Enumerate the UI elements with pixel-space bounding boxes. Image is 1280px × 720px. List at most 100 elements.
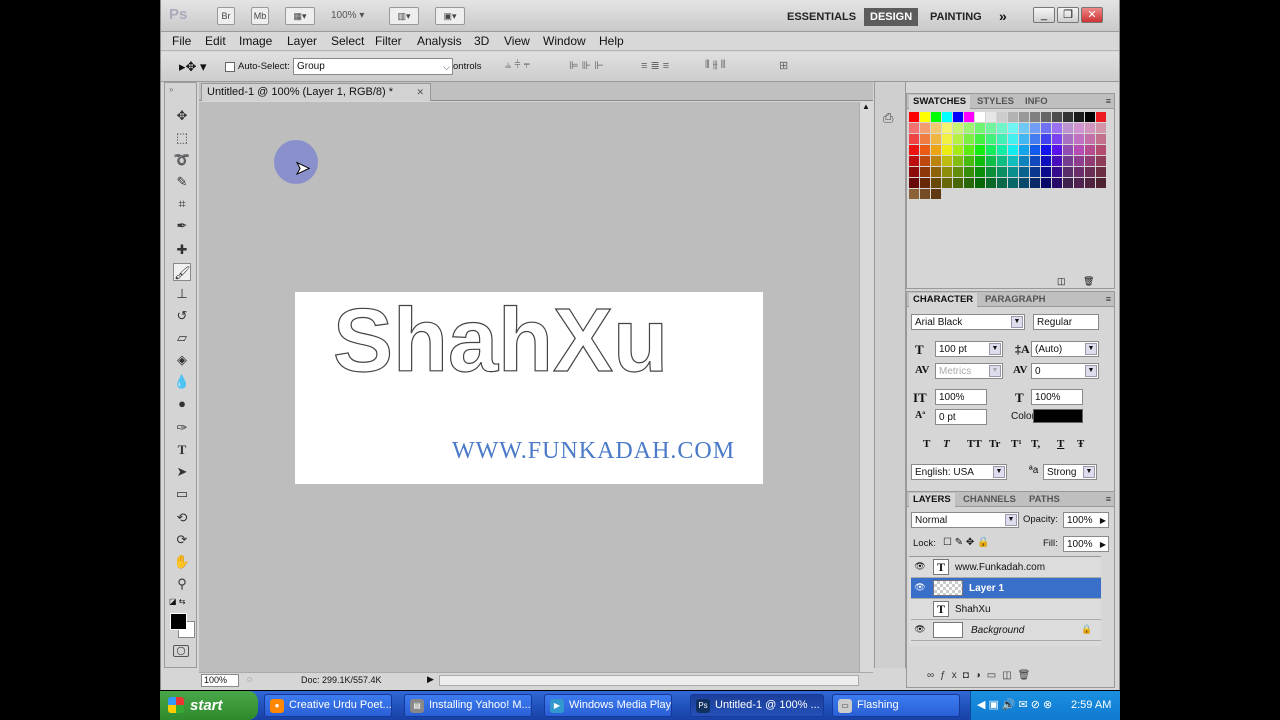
tray-icons[interactable]: ◀▣🔊✉⊘⊗ [977,698,1055,711]
document-tab[interactable]: Untitled-1 @ 100% (Layer 1, RGB/8) * ✕ [201,83,431,101]
color-swatch[interactable] [942,112,952,122]
status-menu-arrow-icon[interactable]: ▶ [427,674,434,685]
color-swatch[interactable] [942,167,952,177]
color-swatch[interactable] [1041,156,1051,166]
antialias-select[interactable]: Strong ▼ [1043,464,1097,480]
color-swatch[interactable] [953,112,963,122]
color-swatch[interactable] [1041,123,1051,133]
color-swatch[interactable] [1074,134,1084,144]
color-swatch[interactable] [909,178,919,188]
menu-select[interactable]: Select [331,34,364,48]
color-swatch[interactable] [909,156,919,166]
color-swatch[interactable] [1041,145,1051,155]
menu-filter[interactable]: Filter [375,34,402,48]
vertical-scrollbar[interactable]: ▲ [859,102,873,672]
canvas-area[interactable]: ➤ ShahXu WWW.FUNKADAH.COM [199,102,859,672]
tab-character[interactable]: CHARACTER [909,293,978,307]
task-windows-media-player[interactable]: ▶ Windows Media Player [544,694,672,717]
color-swatch[interactable] [964,112,974,122]
color-swatch[interactable] [975,145,985,155]
baseline-shift-field[interactable]: 0 pt [935,409,987,425]
color-swatch[interactable] [1063,167,1073,177]
color-swatch[interactable] [1085,112,1095,122]
color-swatch[interactable] [1030,145,1040,155]
eye-icon[interactable]: 👁 [913,624,927,636]
color-swatch[interactable] [997,178,1007,188]
color-swatch[interactable] [953,145,963,155]
color-swatch[interactable] [1030,134,1040,144]
distribute-top-icons[interactable]: ≡ ≣ ≡ [641,59,669,72]
bridge-button[interactable]: Br [217,7,235,25]
color-swatch[interactable] [931,112,941,122]
kerning-field[interactable]: Metrics ▼ [935,363,1003,379]
panel-menu-icon[interactable]: ≡ [1106,294,1111,304]
quick-select-tool-icon[interactable]: ✎ [173,173,191,191]
color-swatch[interactable] [1019,178,1029,188]
eye-icon[interactable]: 👁 [913,561,927,573]
color-swatch[interactable] [986,167,996,177]
horizontal-scrollbar[interactable] [439,675,859,686]
tab-info[interactable]: INFO [1021,95,1052,109]
tab-paths[interactable]: PATHS [1025,493,1064,507]
color-swatch[interactable] [1052,145,1062,155]
color-swatch[interactable] [1096,134,1106,144]
color-swatch[interactable] [1008,145,1018,155]
color-swatch[interactable] [942,134,952,144]
color-swatch[interactable] [1074,123,1084,133]
type-tool-icon[interactable]: T [173,441,191,459]
color-swatch[interactable] [1063,123,1073,133]
faux-italic-button[interactable]: T [943,438,950,450]
color-swatch[interactable] [997,145,1007,155]
color-swatch[interactable] [942,145,952,155]
clone-stamp-tool-icon[interactable]: ⊥ [173,285,191,303]
menu-help[interactable]: Help [599,34,624,48]
close-button[interactable]: ✕ [1081,7,1103,23]
menu-edit[interactable]: Edit [205,34,226,48]
color-swatch[interactable] [1030,167,1040,177]
color-swatch[interactable] [1063,156,1073,166]
color-swatch[interactable] [986,145,996,155]
color-swatch[interactable] [1085,167,1095,177]
menu-image[interactable]: Image [239,34,272,48]
workspace-painting[interactable]: PAINTING [924,8,988,26]
color-swatch[interactable] [975,156,985,166]
rectangle-tool-icon[interactable]: ▭ [173,485,191,503]
align-top-icons[interactable]: ⫨ ⫩ ⫧ [505,59,530,72]
history-panel-icon[interactable]: ⎙ [883,110,893,126]
3d-orbit-tool-icon[interactable]: ⟳ [173,531,191,549]
color-swatch[interactable] [997,112,1007,122]
layer-actions-icons[interactable]: ∞ƒx◘◑▭◫🗑 [927,670,1036,681]
color-swatch[interactable] [975,167,985,177]
screen-mode-button[interactable]: ▣▾ [435,7,465,25]
menu-view[interactable]: View [504,34,530,48]
color-swatch[interactable] [1074,145,1084,155]
blend-mode-select[interactable]: Normal ▼ [911,512,1019,528]
lock-icons[interactable]: ☐ ✎ ✥ 🔒 [943,537,990,548]
website-text-layer[interactable]: WWW.FUNKADAH.COM [452,438,735,465]
default-colors-icon[interactable]: ◪ ⇆ [169,597,185,606]
color-swatch[interactable] [1052,112,1062,122]
color-swatch[interactable] [920,178,930,188]
menu-layer[interactable]: Layer [287,34,317,48]
color-swatch[interactable] [953,156,963,166]
color-swatch[interactable] [1063,112,1073,122]
color-swatch[interactable] [1096,112,1106,122]
color-swatch[interactable] [1085,145,1095,155]
layer-row-background[interactable]: 👁 Background 🔒 [911,620,1101,641]
color-swatch[interactable] [1041,134,1051,144]
font-family-select[interactable]: Arial Black ▼ [911,314,1025,330]
task-installing-yahoo[interactable]: ▤ Installing Yahoo! M... [404,694,532,717]
pen-tool-icon[interactable]: ✑ [173,419,191,437]
color-swatch[interactable] [931,156,941,166]
opacity-field[interactable]: 100% ▶ [1063,512,1109,528]
zoom-tool-icon[interactable]: ⚲ [173,575,191,593]
color-swatch[interactable] [1052,156,1062,166]
leading-field[interactable]: (Auto) ▼ [1031,341,1099,357]
history-brush-tool-icon[interactable]: ↺ [173,307,191,325]
color-swatch[interactable] [964,123,974,133]
color-swatch[interactable] [942,156,952,166]
eye-hidden-icon[interactable] [913,603,927,615]
layer-row-layer-1[interactable]: 👁 Layer 1 [911,578,1101,599]
color-swatch[interactable] [986,123,996,133]
color-swatch[interactable] [1063,134,1073,144]
